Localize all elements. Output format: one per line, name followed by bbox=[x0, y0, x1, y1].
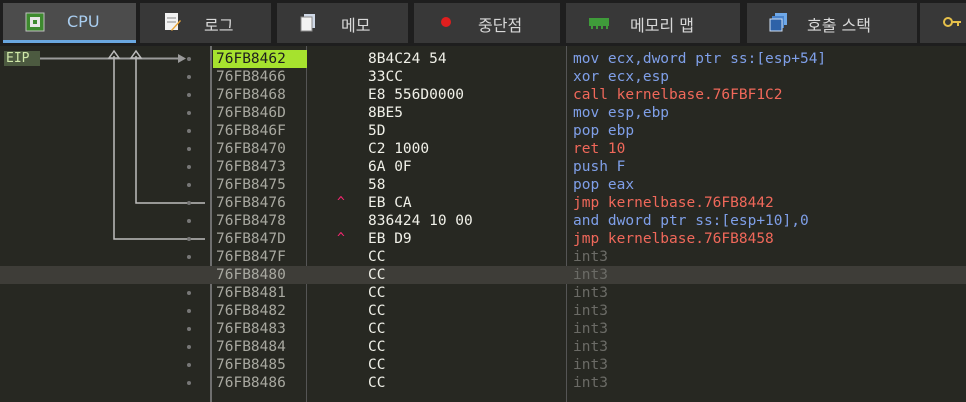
table-row[interactable]: 76FB8483 CC int3 bbox=[0, 320, 966, 338]
bytes-cell: E8 556D0000 bbox=[368, 87, 465, 103]
cpu-icon bbox=[25, 12, 45, 32]
address-cell: 76FB8484 bbox=[216, 339, 286, 355]
instruction-cell: int3 bbox=[573, 375, 608, 391]
table-row[interactable]: 76FB847D ^ EB D9 jmp kernelbase.76FB8458 bbox=[0, 230, 966, 248]
instruction-cell: call kernelbase.76FBF1C2 bbox=[573, 87, 783, 103]
table-row[interactable]: 76FB8484 CC int3 bbox=[0, 338, 966, 356]
instruction-cell: int3 bbox=[573, 303, 608, 319]
instruction-cell: int3 bbox=[573, 321, 608, 337]
bytes-cell: CC bbox=[368, 321, 386, 337]
key-icon bbox=[942, 12, 962, 32]
address-cell: 76FB8485 bbox=[216, 357, 286, 373]
breakpoint-icon bbox=[436, 12, 456, 32]
address-cell: 76FB8480 bbox=[216, 267, 286, 283]
tab-label: 메모리 맵 bbox=[630, 16, 694, 35]
address-cell: 76FB8476 bbox=[216, 195, 286, 211]
call-stack-icon bbox=[769, 12, 789, 32]
address-cell: 76FB8466 bbox=[216, 69, 286, 85]
bytes-cell: EB D9 bbox=[368, 231, 412, 247]
bytes-cell: 58 bbox=[368, 177, 386, 193]
bytes-cell: 6A 0F bbox=[368, 159, 412, 175]
address-cell: 76FB8482 bbox=[216, 303, 286, 319]
bytes-cell: C2 1000 bbox=[368, 141, 430, 157]
table-row[interactable]: 76FB8482 CC int3 bbox=[0, 302, 966, 320]
bytes-cell: 836424 10 00 bbox=[368, 213, 473, 229]
instruction-cell: mov ecx,dword ptr ss:[esp+54] bbox=[573, 51, 827, 67]
instruction-cell: int3 bbox=[573, 267, 608, 283]
table-row[interactable]: 76FB8481 CC int3 bbox=[0, 284, 966, 302]
jump-up-marker: ^ bbox=[337, 231, 345, 246]
address-cell: 76FB8468 bbox=[216, 87, 286, 103]
jump-up-marker: ^ bbox=[337, 195, 345, 210]
table-row[interactable]: 76FB8480 CC int3 bbox=[0, 266, 966, 284]
tab-breakpoint[interactable]: 중단점 bbox=[414, 3, 560, 43]
address-cell: 76FB8481 bbox=[216, 285, 286, 301]
table-row[interactable]: 76FB8468 E8 556D0000 call kernelbase.76FBF… bbox=[0, 86, 966, 104]
instruction-cell: mov esp,ebp bbox=[573, 105, 670, 121]
tab-label: 호출 스택 bbox=[807, 16, 871, 35]
tab-extra[interactable] bbox=[920, 3, 966, 43]
table-row[interactable]: 76FB8476 ^ EB CA jmp kernelbase.76FB8442 bbox=[0, 194, 966, 212]
tab-label: 중단점 bbox=[478, 16, 523, 35]
bytes-cell: CC bbox=[368, 303, 386, 319]
instruction-cell: int3 bbox=[573, 285, 608, 301]
address-cell: 76FB8475 bbox=[216, 177, 286, 193]
address-cell: 76FB8473 bbox=[216, 159, 286, 175]
table-row[interactable]: 76FB8473 6A 0F push F bbox=[0, 158, 966, 176]
address-cell: 76FB846D bbox=[216, 105, 286, 121]
instruction-cell: int3 bbox=[573, 339, 608, 355]
instruction-cell: xor ecx,esp bbox=[573, 69, 670, 85]
tab-label: CPU bbox=[67, 12, 100, 31]
table-row[interactable]: 76FB8466 33CC xor ecx,esp bbox=[0, 68, 966, 86]
bytes-cell: CC bbox=[368, 375, 386, 391]
address-cell: 76FB8478 bbox=[216, 213, 286, 229]
tab-cpu[interactable]: CPU bbox=[3, 3, 136, 43]
instruction-cell: pop ebp bbox=[573, 123, 635, 139]
address-cell: 76FB8470 bbox=[216, 141, 286, 157]
table-row[interactable]: 76FB846D 8BE5 mov esp,ebp bbox=[0, 104, 966, 122]
bytes-cell: 8BE5 bbox=[368, 105, 403, 121]
table-row[interactable]: 76FB8470 C2 1000 ret 10 bbox=[0, 140, 966, 158]
bytes-cell: CC bbox=[368, 267, 386, 283]
bytes-cell: 5D bbox=[368, 123, 386, 139]
bytes-cell: CC bbox=[368, 357, 386, 373]
tab-notes[interactable]: 메모 bbox=[277, 3, 408, 43]
tab-label: 메모 bbox=[341, 16, 371, 35]
table-row[interactable]: 76FB846F 5D pop ebp bbox=[0, 122, 966, 140]
bytes-cell: CC bbox=[368, 285, 386, 301]
table-row[interactable]: 76FB8478 836424 10 00 and dword ptr ss:[es… bbox=[0, 212, 966, 230]
table-row[interactable]: 76FB8462 8B4C24 54 mov ecx,dword ptr ss:[e… bbox=[0, 50, 966, 68]
bytes-cell: CC bbox=[368, 249, 386, 265]
memory-map-icon bbox=[588, 12, 609, 32]
table-row[interactable]: 76FB8486 CC int3 bbox=[0, 374, 966, 392]
bytes-cell: EB CA bbox=[368, 195, 412, 211]
table-row[interactable]: 76FB847F CC int3 bbox=[0, 248, 966, 266]
instruction-cell: and dword ptr ss:[esp+10],0 bbox=[573, 213, 809, 229]
table-row[interactable]: 76FB8475 58 pop eax bbox=[0, 176, 966, 194]
address-cell: 76FB8462 bbox=[213, 50, 307, 68]
bytes-cell: 33CC bbox=[368, 69, 403, 85]
tab-memory-map[interactable]: 메모리 맵 bbox=[566, 3, 740, 43]
address-cell: 76FB846F bbox=[216, 123, 286, 139]
instruction-cell: jmp kernelbase.76FB8458 bbox=[573, 231, 774, 247]
instruction-cell: pop eax bbox=[573, 177, 635, 193]
bytes-cell: CC bbox=[368, 339, 386, 355]
tab-label: 로그 bbox=[204, 16, 234, 35]
address-cell: 76FB847D bbox=[216, 231, 286, 247]
log-icon bbox=[162, 12, 182, 32]
address-cell: 76FB847F bbox=[216, 249, 286, 265]
bytes-cell: 8B4C24 54 bbox=[368, 51, 447, 67]
tab-call-stack[interactable]: 호출 스택 bbox=[747, 3, 917, 43]
notes-icon bbox=[299, 12, 319, 32]
instruction-cell: ret 10 bbox=[573, 141, 626, 157]
instruction-cell: int3 bbox=[573, 249, 608, 265]
tab-log[interactable]: 로그 bbox=[140, 3, 271, 43]
instruction-cell: jmp kernelbase.76FB8442 bbox=[573, 195, 774, 211]
instruction-cell: int3 bbox=[573, 357, 608, 373]
address-cell: 76FB8486 bbox=[216, 375, 286, 391]
tab-bar: CPU 로그 메모 중단점 메모리 맵 호출 스택 bbox=[0, 0, 966, 46]
table-row[interactable]: 76FB8485 CC int3 bbox=[0, 356, 966, 374]
instruction-cell: push F bbox=[573, 159, 626, 175]
address-cell: 76FB8483 bbox=[216, 321, 286, 337]
